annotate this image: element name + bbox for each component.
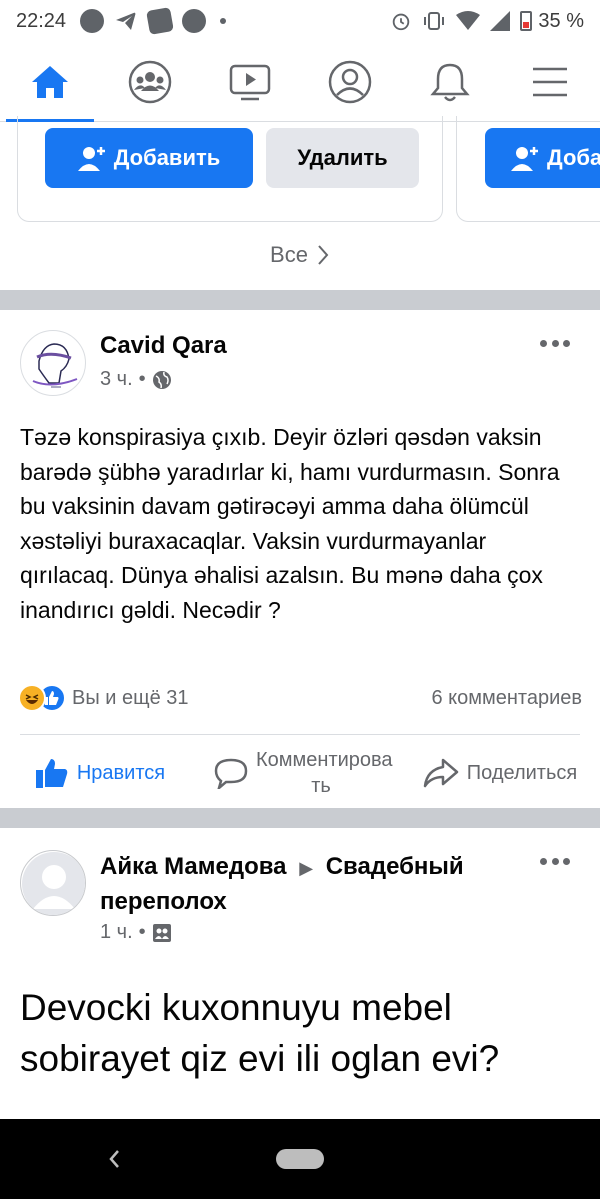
app-notification-icon bbox=[146, 7, 174, 35]
post-meta: 1 ч. • bbox=[100, 921, 172, 944]
suggestion-card-2: Доба bbox=[456, 116, 600, 222]
more-notifications-dot bbox=[220, 18, 227, 24]
default-avatar-icon bbox=[22, 852, 85, 915]
tab-notifications[interactable] bbox=[400, 42, 500, 121]
globe-icon bbox=[152, 370, 171, 389]
post-author[interactable]: Cavid Qara bbox=[100, 332, 227, 360]
avatar[interactable] bbox=[20, 330, 86, 396]
clock: 22:24 bbox=[16, 9, 67, 32]
share-button[interactable]: Поделиться bbox=[400, 758, 600, 788]
comment-icon bbox=[214, 758, 248, 789]
dot bbox=[551, 857, 559, 865]
dot bbox=[551, 339, 559, 347]
profile-icon bbox=[328, 60, 372, 103]
share-label: Поделиться bbox=[466, 761, 578, 784]
meta-separator: • bbox=[138, 921, 146, 943]
groups-icon bbox=[128, 60, 172, 103]
signal-icon bbox=[490, 11, 511, 31]
post: Айка Мамедова ▶ Свадебный переполох 1 ч.… bbox=[0, 828, 600, 1119]
remove-suggestion-button[interactable]: Удалить bbox=[266, 128, 419, 188]
top-nav bbox=[0, 42, 600, 122]
post-time[interactable]: 1 ч. bbox=[100, 921, 133, 944]
see-all-label: Все bbox=[270, 242, 308, 267]
chevron-right-icon bbox=[318, 245, 329, 265]
add-friend-label: Добавить bbox=[113, 145, 221, 170]
share-icon bbox=[423, 758, 459, 788]
tab-menu[interactable] bbox=[500, 42, 600, 121]
reactions-count: Вы и ещё 31 bbox=[72, 686, 189, 709]
avatar-logo-icon bbox=[32, 343, 78, 388]
status-bar: 22:24 35 % bbox=[0, 0, 600, 42]
dot bbox=[563, 857, 570, 865]
tab-watch[interactable] bbox=[200, 42, 300, 121]
video-icon bbox=[229, 64, 271, 100]
friend-suggestions: Добавить Удалить Доба Все bbox=[0, 116, 600, 290]
group-members-icon bbox=[152, 923, 171, 942]
comments-count[interactable]: 6 комментариев bbox=[431, 687, 582, 710]
thumbs-up-icon bbox=[35, 759, 68, 788]
home-gesture-pill[interactable] bbox=[276, 1149, 324, 1169]
meta-separator: • bbox=[138, 368, 146, 390]
vibrate-icon bbox=[424, 12, 445, 30]
back-icon[interactable] bbox=[106, 1147, 122, 1171]
post-actions: Нравится Комментирова ть Поделиться bbox=[0, 735, 600, 811]
battery-icon bbox=[520, 11, 533, 31]
remove-label: Удалить bbox=[297, 145, 388, 170]
add-person-icon bbox=[511, 147, 538, 171]
alarm-icon bbox=[393, 13, 410, 31]
arrow-right-icon: ▶ bbox=[299, 858, 314, 878]
battery-level: 35 % bbox=[538, 9, 584, 32]
suggestion-card: Добавить Удалить bbox=[17, 116, 443, 222]
post-time[interactable]: 3 ч. bbox=[100, 368, 133, 391]
dot bbox=[540, 339, 547, 347]
like-button[interactable]: Нравится bbox=[0, 757, 200, 789]
bell-icon bbox=[430, 63, 470, 101]
telegram-icon bbox=[116, 12, 137, 30]
post-author[interactable]: Айка Мамедова bbox=[100, 853, 287, 880]
add-person-icon bbox=[77, 147, 105, 171]
feed-separator bbox=[0, 808, 600, 828]
post-meta: 3 ч. • bbox=[100, 368, 172, 391]
post: Cavid Qara 3 ч. • Təzə konspirasiya çıxı… bbox=[0, 310, 600, 808]
tab-groups[interactable] bbox=[100, 42, 200, 121]
tab-home[interactable] bbox=[0, 42, 100, 122]
dot bbox=[540, 857, 547, 865]
add-friend-button[interactable]: Добавить bbox=[45, 128, 253, 188]
like-label: Нравится bbox=[76, 761, 166, 784]
add-friend-label-2: Доба bbox=[547, 145, 600, 170]
add-friend-button-2[interactable]: Доба bbox=[485, 128, 600, 188]
feed-separator bbox=[0, 290, 600, 310]
dot bbox=[563, 339, 570, 347]
post-header: Айка Мамедова ▶ Свадебный переполох bbox=[100, 850, 520, 918]
reactions-summary[interactable]: Вы и ещё 31 6 комментариев bbox=[18, 684, 582, 712]
comment-label: Комментирова ть bbox=[256, 749, 393, 797]
hamburger-icon bbox=[533, 67, 567, 96]
avatar[interactable] bbox=[20, 850, 86, 916]
post-body: Təzə konspirasiya çıxıb. Deyir özləri qə… bbox=[20, 424, 560, 623]
post-options-button[interactable] bbox=[540, 338, 570, 348]
music-notification-icon-2 bbox=[182, 9, 207, 33]
music-notification-icon bbox=[80, 9, 105, 33]
tab-profile[interactable] bbox=[300, 42, 400, 121]
see-all-link[interactable]: Все bbox=[0, 242, 600, 268]
home-icon bbox=[32, 65, 68, 98]
post-options-button[interactable] bbox=[540, 856, 570, 866]
haha-reaction-icon bbox=[18, 684, 46, 712]
comment-button[interactable]: Комментирова ть bbox=[200, 747, 400, 799]
wifi-icon bbox=[456, 11, 481, 30]
system-nav-bar bbox=[0, 1119, 600, 1199]
post-body: Devocki kuxonnuyu mebel sobirayet qiz ev… bbox=[20, 987, 500, 1079]
